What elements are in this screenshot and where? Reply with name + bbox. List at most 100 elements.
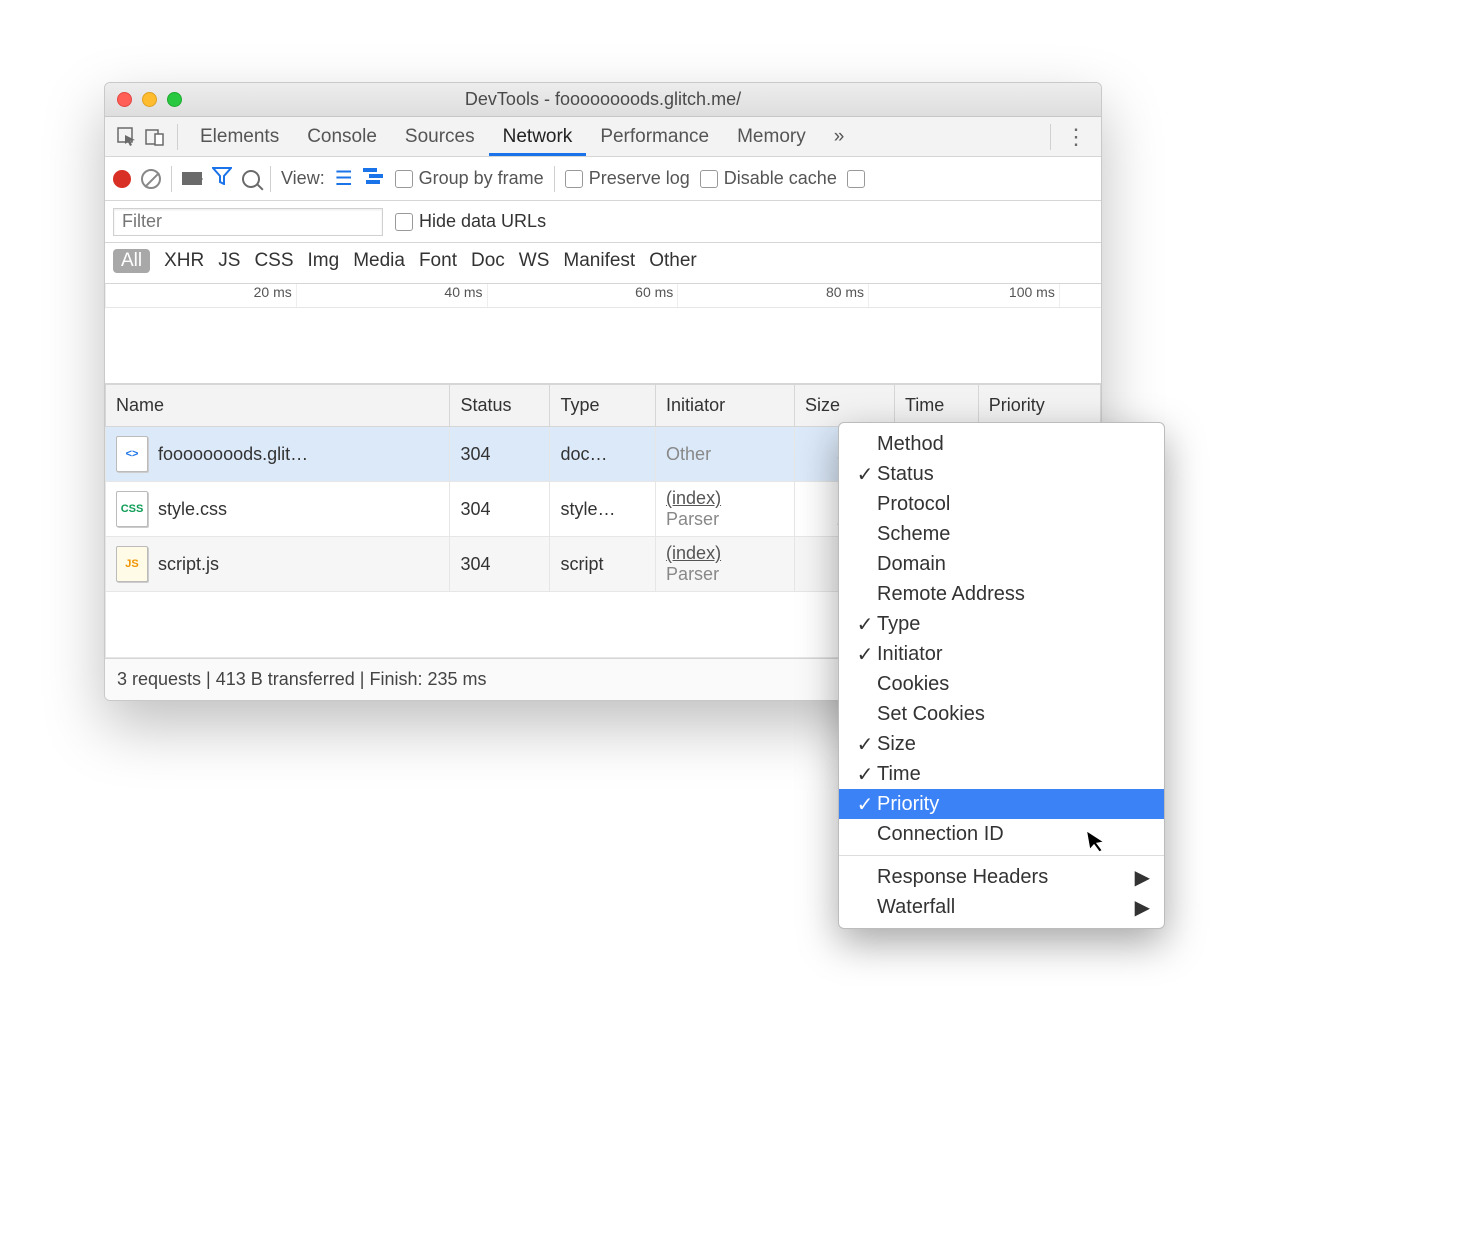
menu-item-size[interactable]: ✓Size (839, 729, 1164, 759)
column-header-priority[interactable]: Priority (978, 385, 1100, 427)
type-filter-media[interactable]: Media (353, 250, 405, 272)
filter-toggle-icon[interactable] (212, 167, 232, 190)
tab-performance[interactable]: Performance (586, 117, 723, 156)
separator (177, 124, 178, 150)
group-by-frame-checkbox[interactable]: Group by frame (395, 168, 544, 189)
clear-button[interactable] (141, 169, 161, 189)
more-menu-icon[interactable]: ⋮ (1059, 124, 1093, 150)
column-header-size[interactable]: Size (794, 385, 894, 427)
type-filter-other[interactable]: Other (649, 250, 697, 272)
disable-cache-label: Disable cache (724, 168, 837, 189)
column-header-name[interactable]: Name (106, 385, 450, 427)
separator (270, 166, 271, 192)
type-cell: script (550, 537, 656, 592)
menu-item-response-headers[interactable]: Response Headers▶ (839, 862, 1164, 892)
check-icon: ✓ (853, 462, 877, 487)
titlebar: DevTools - foooooooods.glitch.me/ (105, 83, 1101, 117)
menu-label: Initiator (877, 643, 943, 666)
menu-item-priority[interactable]: ✓Priority (839, 789, 1164, 819)
menu-item-waterfall[interactable]: Waterfall▶ (839, 892, 1164, 922)
menu-item-method[interactable]: Method (839, 429, 1164, 459)
network-toolbar: View: ☰ Group by frame Preserve log Disa… (105, 157, 1101, 201)
type-filter-js[interactable]: JS (218, 250, 240, 272)
waterfall-view-icon[interactable] (363, 167, 385, 190)
menu-label: Connection ID (877, 823, 1004, 846)
type-filter-css[interactable]: CSS (254, 250, 293, 272)
menu-label: Size (877, 733, 916, 756)
menu-item-protocol[interactable]: Protocol (839, 489, 1164, 519)
tabs-overflow[interactable]: » (820, 117, 859, 156)
column-context-menu: Method✓StatusProtocolSchemeDomainRemote … (838, 422, 1165, 929)
menu-item-remote-address[interactable]: Remote Address (839, 579, 1164, 609)
initiator-link[interactable]: (index) (666, 543, 721, 563)
status-cell: 304 (450, 482, 550, 537)
menu-label: Waterfall (877, 896, 955, 919)
menu-item-domain[interactable]: Domain (839, 549, 1164, 579)
preserve-log-checkbox[interactable]: Preserve log (565, 168, 690, 189)
type-filter-ws[interactable]: WS (519, 250, 550, 272)
initiator-sub: Parser (666, 564, 719, 584)
initiator-link[interactable]: (index) (666, 488, 721, 508)
menu-label: Protocol (877, 493, 950, 516)
device-toggle-icon[interactable] (141, 123, 169, 151)
inspect-icon[interactable] (113, 123, 141, 151)
capture-screenshot-icon[interactable] (182, 172, 202, 185)
tab-elements[interactable]: Elements (186, 117, 293, 156)
timeline-overview[interactable]: 20 ms40 ms60 ms80 ms100 ms (105, 284, 1101, 384)
filter-input[interactable] (113, 208, 383, 236)
timeline-tick: 40 ms (296, 284, 487, 307)
search-icon[interactable] (242, 170, 260, 188)
menu-item-connection-id[interactable]: Connection ID (839, 819, 1164, 849)
column-header-status[interactable]: Status (450, 385, 550, 427)
timeline-ruler: 20 ms40 ms60 ms80 ms100 ms (105, 284, 1101, 308)
column-header-initiator[interactable]: Initiator (656, 385, 795, 427)
separator (1050, 124, 1051, 150)
type-filter-img[interactable]: Img (308, 250, 340, 272)
menu-label: Remote Address (877, 583, 1025, 606)
type-filter-font[interactable]: Font (419, 250, 457, 272)
file-icon: <> (116, 436, 148, 472)
timeline-tick: 60 ms (487, 284, 678, 307)
record-button[interactable] (113, 170, 131, 188)
tab-memory[interactable]: Memory (723, 117, 820, 156)
timeline-tick: 80 ms (677, 284, 868, 307)
initiator-cell: (index)Parser (656, 482, 795, 537)
menu-label: Status (877, 463, 934, 486)
menu-label: Type (877, 613, 920, 636)
hide-data-urls-checkbox[interactable]: Hide data URLs (395, 211, 546, 232)
devtools-tabs: ElementsConsoleSourcesNetworkPerformance… (105, 117, 1101, 157)
menu-item-initiator[interactable]: ✓Initiator (839, 639, 1164, 669)
timeline-tick: 20 ms (105, 284, 296, 307)
group-by-frame-label: Group by frame (419, 168, 544, 189)
hide-data-urls-label: Hide data URLs (419, 211, 546, 232)
menu-item-cookies[interactable]: Cookies (839, 669, 1164, 699)
column-header-time[interactable]: Time (894, 385, 978, 427)
disable-cache-checkbox[interactable]: Disable cache (700, 168, 837, 189)
type-filter-manifest[interactable]: Manifest (563, 250, 635, 272)
type-filter-xhr[interactable]: XHR (164, 250, 204, 272)
menu-item-type[interactable]: ✓Type (839, 609, 1164, 639)
initiator-cell: Other (656, 427, 795, 482)
tab-network[interactable]: Network (489, 117, 587, 156)
menu-label: Scheme (877, 523, 950, 546)
view-label: View: (281, 168, 325, 189)
type-filter-all[interactable]: All (113, 249, 150, 273)
column-header-type[interactable]: Type (550, 385, 656, 427)
offline-checkbox[interactable] (847, 170, 871, 188)
menu-item-time[interactable]: ✓Time (839, 759, 1164, 789)
menu-item-scheme[interactable]: Scheme (839, 519, 1164, 549)
menu-label: Response Headers (877, 866, 1048, 889)
type-cell: doc… (550, 427, 656, 482)
type-filter-doc[interactable]: Doc (471, 250, 505, 272)
menu-item-set-cookies[interactable]: Set Cookies (839, 699, 1164, 729)
menu-label: Method (877, 433, 944, 456)
large-rows-icon[interactable]: ☰ (335, 166, 353, 191)
preserve-log-label: Preserve log (589, 168, 690, 189)
type-filter-bar: All XHR JS CSS Img Media Font Doc WS Manifest Othe… (105, 243, 1101, 284)
check-icon: ✓ (853, 612, 877, 637)
tab-console[interactable]: Console (293, 117, 391, 156)
tab-sources[interactable]: Sources (391, 117, 489, 156)
file-icon: JS (116, 546, 148, 582)
request-name: foooooooods.glit… (158, 444, 308, 465)
menu-item-status[interactable]: ✓Status (839, 459, 1164, 489)
